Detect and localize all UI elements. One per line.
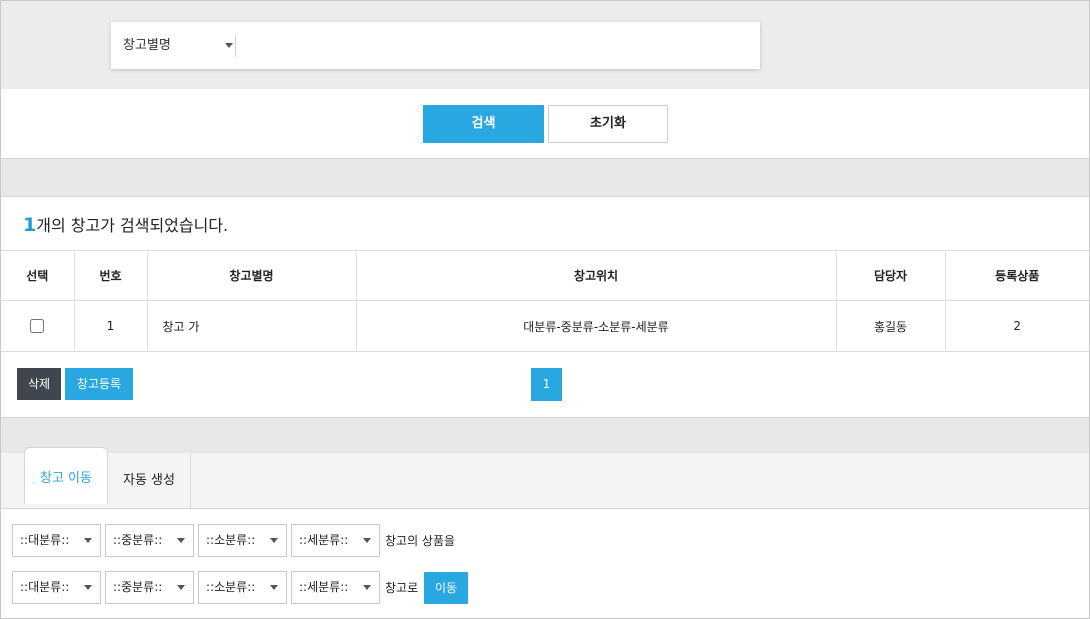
- chevron-down-icon: [84, 538, 92, 543]
- chevron-down-icon: [177, 585, 185, 590]
- reset-button[interactable]: 초기화: [548, 105, 668, 143]
- source-middle-category-select[interactable]: ::중분류::: [105, 524, 194, 557]
- select-value: ::소분류::: [206, 533, 256, 547]
- cell-name: 창고 가: [147, 300, 357, 352]
- cell-number: 1: [74, 300, 148, 352]
- search-band: 창고별명: [1, 1, 1089, 89]
- chevron-down-icon: [270, 538, 278, 543]
- header-name: 창고별명: [147, 250, 357, 301]
- select-value: ::세분류::: [299, 580, 349, 594]
- table-row: 1 창고 가 대분류-중분류-소분류-세분류 홍길동 2: [1, 300, 1089, 352]
- header-products: 등록상품: [995, 269, 1040, 283]
- tab-warehouse-move[interactable]: 창고 이동: [24, 447, 108, 504]
- chevron-down-icon: [270, 585, 278, 590]
- cell-select: [1, 300, 75, 352]
- target-middle-category-select[interactable]: ::중분류::: [105, 571, 194, 604]
- search-input[interactable]: [243, 30, 752, 62]
- search-divider: [235, 35, 236, 57]
- move-button[interactable]: 이동: [424, 572, 468, 604]
- target-major-category-select[interactable]: ::대분류::: [12, 571, 101, 604]
- search-box: 창고별명: [111, 22, 760, 69]
- result-summary: 1개의 창고가 검색되었습니다.: [23, 212, 228, 236]
- select-value: ::대분류::: [20, 533, 70, 547]
- cell-products: 2: [1013, 319, 1022, 333]
- select-value: ::소분류::: [206, 580, 256, 594]
- target-suffix-text: 창고로: [385, 581, 419, 595]
- chevron-down-icon: [225, 43, 233, 48]
- select-value: ::세분류::: [299, 533, 349, 547]
- source-major-category-select[interactable]: ::대분류::: [12, 524, 101, 557]
- cell-manager: 홍길동: [836, 300, 946, 352]
- search-field-select[interactable]: 창고별명: [123, 22, 233, 69]
- section-divider: [1, 158, 1089, 197]
- page-frame: 창고별명 검색 초기화 1개의 창고가 검색되었습니다. 선택 번호 창고별명 …: [0, 0, 1090, 619]
- header-manager: 담당자: [836, 250, 946, 301]
- search-button[interactable]: 검색: [423, 105, 544, 143]
- row-checkbox[interactable]: [30, 319, 45, 334]
- chevron-down-icon: [177, 538, 185, 543]
- source-minor-category-select[interactable]: ::소분류::: [198, 524, 287, 557]
- select-value: ::대분류::: [20, 580, 70, 594]
- source-sub-category-select[interactable]: ::세분류::: [291, 524, 380, 557]
- result-count: 1: [23, 214, 37, 236]
- chevron-down-icon: [84, 585, 92, 590]
- select-value: ::중분류::: [113, 533, 163, 547]
- search-field-label: 창고별명: [123, 38, 171, 53]
- header-location: 창고위치: [356, 250, 837, 301]
- pagination-page-1[interactable]: 1: [531, 368, 562, 401]
- chevron-down-icon: [363, 585, 371, 590]
- chevron-down-icon: [363, 538, 371, 543]
- source-suffix-text: 창고의 상품을: [385, 534, 456, 548]
- register-warehouse-button[interactable]: 창고등록: [65, 368, 133, 400]
- table-header-row: 선택 번호 창고별명 창고위치 담당자 등록상품: [1, 250, 1089, 301]
- header-select: 선택: [1, 250, 75, 301]
- select-value: ::중분류::: [113, 580, 163, 594]
- cell-location: 대분류-중분류-소분류-세분류: [356, 300, 837, 352]
- section-divider: [1, 417, 1089, 454]
- header-number: 번호: [74, 250, 148, 301]
- target-sub-category-select[interactable]: ::세분류::: [291, 571, 380, 604]
- target-minor-category-select[interactable]: ::소분류::: [198, 571, 287, 604]
- warehouse-table: 선택 번호 창고별명 창고위치 담당자 등록상품 1 창고 가 대분류-중분류-…: [1, 250, 1089, 352]
- delete-button[interactable]: 삭제: [17, 368, 61, 400]
- tab-auto-generate[interactable]: 자동 생성: [108, 453, 191, 508]
- tab-strip: 창고 이동 자동 생성: [1, 447, 1089, 509]
- result-message: 개의 창고가 검색되었습니다.: [36, 216, 229, 235]
